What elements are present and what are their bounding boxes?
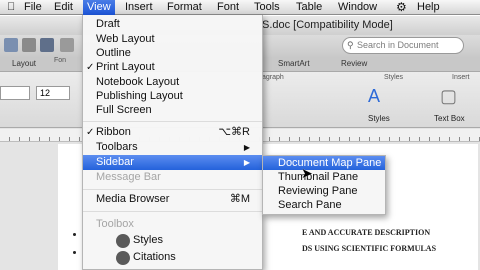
sidebar-submenu: Document Map Pane Thumbnail Pane Reviewi…	[262, 155, 386, 215]
submenu-arrow-icon: ▶	[243, 143, 250, 152]
styles-label: Styles	[368, 114, 390, 123]
menu-item-label: Citations	[133, 251, 176, 263]
menu-item-message-bar: Message Bar	[83, 170, 262, 185]
script-menu-icon[interactable]: ⚙	[393, 0, 410, 15]
menu-tools[interactable]: Tools	[251, 0, 283, 15]
apple-menu-icon[interactable]: 	[4, 0, 18, 15]
menu-separator	[83, 121, 262, 122]
menu-table[interactable]: Table	[293, 0, 325, 15]
group-font-label: Fon	[54, 57, 67, 64]
menu-font[interactable]: Font	[214, 0, 242, 15]
save-icon[interactable]	[40, 38, 54, 52]
menu-item-label: Full Screen	[96, 104, 152, 116]
menu-view[interactable]: View	[83, 0, 115, 15]
submenu-item-thumbnail-pane[interactable]: Thumbnail Pane	[263, 170, 385, 184]
menu-item-label: Notebook Layout	[96, 76, 180, 88]
group-insert-label: Insert	[452, 74, 470, 81]
tab-review[interactable]: Review	[341, 59, 367, 68]
menu-item-label: Publishing Layout	[96, 90, 183, 102]
menu-item-publishing-layout[interactable]: Publishing Layout	[83, 89, 262, 104]
text-box-label: Text Box	[434, 114, 465, 123]
checkmark-icon: ✓	[86, 62, 95, 73]
mouse-pointer-icon: ➤	[301, 165, 313, 181]
submenu-item-reviewing-pane[interactable]: Reviewing Pane	[263, 184, 385, 198]
new-icon[interactable]	[4, 38, 18, 52]
document-text-line: E AND ACCURATE DESCRIPTION	[302, 228, 431, 237]
submenu-arrow-icon: ▶	[243, 158, 250, 167]
menu-item-label: Media Browser	[96, 193, 170, 205]
menu-window[interactable]: Window	[335, 0, 380, 15]
menu-item-label: Ribbon	[96, 126, 131, 138]
menu-help[interactable]: Help	[414, 0, 443, 15]
menu-item-label: Print Layout	[96, 61, 155, 73]
menu-item-toolbox: Toolbox	[83, 217, 262, 232]
text-box-icon[interactable]: ▢	[440, 86, 457, 107]
menu-item-draft[interactable]: Draft	[83, 17, 262, 32]
document-text-line: DS USING SCIENTIFIC FORMULAS	[302, 244, 437, 253]
styles-icon[interactable]: A	[368, 86, 380, 107]
menu-item-toolbars[interactable]: Toolbars ▶	[83, 140, 262, 155]
menu-insert[interactable]: Insert	[122, 0, 156, 15]
group-paragraph-label: agraph	[262, 74, 284, 81]
menu-item-label: Sidebar	[96, 156, 134, 168]
media-browser-shortcut: ⌘M	[229, 193, 250, 205]
menu-item-label: Message Bar	[96, 171, 161, 183]
print-icon[interactable]	[60, 38, 74, 52]
group-styles-label: Styles	[384, 74, 404, 81]
styles-palette-icon	[116, 234, 130, 248]
search-input[interactable]: ⚲ Search in Document	[342, 37, 464, 54]
menu-item-styles[interactable]: Styles	[83, 233, 262, 248]
checkmark-icon: ✓	[86, 127, 95, 138]
font-size-dropdown[interactable]: 12	[36, 86, 70, 100]
submenu-item-search-pane[interactable]: Search Pane	[263, 198, 385, 212]
submenu-item-document-map-pane[interactable]: Document Map Pane	[263, 156, 385, 170]
menu-item-label: Thumbnail Pane	[278, 171, 359, 183]
ribbon-shortcut: ⌥⌘R	[218, 126, 250, 138]
menu-item-outline[interactable]: Outline	[83, 46, 262, 61]
menu-item-label: Styles	[133, 234, 163, 246]
menu-separator	[83, 189, 262, 190]
tab-smartart[interactable]: SmartArt	[278, 59, 310, 68]
menu-item-label: Reviewing Pane	[278, 185, 358, 197]
menu-separator	[83, 211, 262, 212]
menu-item-web-layout[interactable]: Web Layout	[83, 32, 262, 47]
menu-item-label: Toolbars	[96, 141, 138, 153]
list-bullet	[73, 233, 76, 236]
document-title: S.doc [Compatibility Mode]	[262, 19, 393, 31]
menu-item-label: Toolbox	[96, 218, 134, 230]
menu-file[interactable]: File	[21, 0, 45, 15]
menu-edit[interactable]: Edit	[51, 0, 76, 15]
menu-item-media-browser[interactable]: Media Browser ⌘M	[83, 192, 262, 207]
menu-item-label: Outline	[96, 47, 131, 59]
font-name-dropdown[interactable]	[0, 86, 30, 100]
search-icon: ⚲	[347, 40, 354, 50]
citations-icon	[116, 251, 130, 265]
menu-item-notebook-layout[interactable]: Notebook Layout	[83, 75, 262, 90]
menu-format[interactable]: Format	[164, 0, 205, 15]
menu-item-label: Search Pane	[278, 199, 342, 211]
menu-item-label: Draft	[96, 18, 120, 30]
open-icon[interactable]	[22, 38, 36, 52]
menu-item-label: Web Layout	[96, 33, 155, 45]
view-menu: Draft Web Layout Outline ✓ Print Layout …	[82, 15, 263, 270]
menu-item-ribbon[interactable]: ✓ Ribbon ⌥⌘R	[83, 125, 262, 140]
list-bullet	[73, 251, 76, 254]
menu-item-full-screen[interactable]: Full Screen	[83, 103, 262, 118]
menu-item-sidebar[interactable]: Sidebar ▶	[83, 155, 262, 170]
tab-layout[interactable]: Layout	[12, 59, 36, 68]
menu-item-citations[interactable]: Citations	[83, 250, 262, 265]
menu-item-print-layout[interactable]: ✓ Print Layout	[83, 60, 262, 75]
menu-bar:  File Edit View Insert Format Font Tool…	[0, 0, 480, 15]
search-placeholder: Search in Document	[357, 40, 439, 50]
menu-item-label: Document Map Pane	[278, 157, 382, 169]
